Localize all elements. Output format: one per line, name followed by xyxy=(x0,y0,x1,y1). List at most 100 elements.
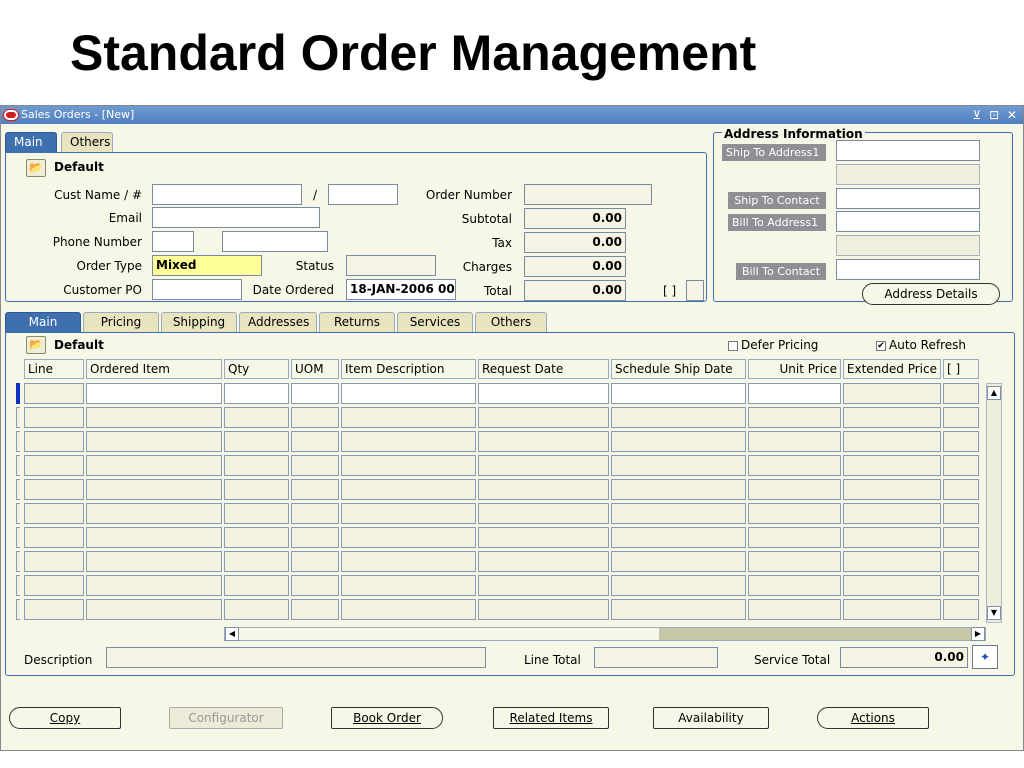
table-cell[interactable] xyxy=(291,407,339,428)
table-cell[interactable] xyxy=(478,527,609,548)
tab-line-shipping[interactable]: Shipping xyxy=(161,312,237,332)
bill-to-address-input[interactable] xyxy=(836,211,980,232)
table-cell[interactable] xyxy=(341,479,476,500)
availability-button[interactable]: Availability xyxy=(653,707,769,729)
defer-pricing-checkbox[interactable]: Defer Pricing xyxy=(728,338,818,352)
column-header[interactable]: Item Description xyxy=(341,359,476,379)
folder-icon[interactable]: 📂 xyxy=(26,159,46,177)
row-marker[interactable] xyxy=(16,599,20,620)
table-cell[interactable] xyxy=(291,383,339,404)
row-marker[interactable] xyxy=(16,527,20,548)
table-cell[interactable] xyxy=(611,383,746,404)
table-cell[interactable] xyxy=(748,383,841,404)
table-cell[interactable] xyxy=(341,599,476,620)
table-cell[interactable] xyxy=(843,599,941,620)
charges-field[interactable]: 0.00 xyxy=(524,256,626,277)
row-marker[interactable] xyxy=(16,431,20,452)
table-cell[interactable] xyxy=(748,527,841,548)
auto-refresh-checkbox[interactable]: ✔ Auto Refresh xyxy=(876,338,966,352)
table-cell[interactable] xyxy=(843,407,941,428)
scroll-left-icon[interactable]: ◀ xyxy=(225,627,239,641)
tab-header-others[interactable]: Others xyxy=(61,132,113,152)
column-header[interactable]: Unit Price xyxy=(748,359,841,379)
table-cell[interactable] xyxy=(943,431,979,452)
table-cell[interactable] xyxy=(291,503,339,524)
cust-name-input[interactable] xyxy=(152,184,302,205)
table-cell[interactable] xyxy=(86,551,222,572)
table-cell[interactable] xyxy=(943,599,979,620)
table-cell[interactable] xyxy=(24,599,84,620)
lines-vertical-scrollbar[interactable]: ▲ ▼ xyxy=(986,383,1002,623)
table-cell[interactable] xyxy=(843,479,941,500)
table-cell[interactable] xyxy=(86,599,222,620)
table-cell[interactable] xyxy=(291,527,339,548)
table-cell[interactable] xyxy=(86,431,222,452)
table-cell[interactable] xyxy=(748,599,841,620)
table-cell[interactable] xyxy=(224,383,289,404)
defer-pricing-check-icon[interactable] xyxy=(728,340,738,351)
related-items-button[interactable]: Related Items xyxy=(493,707,609,729)
table-cell[interactable] xyxy=(843,383,941,404)
row-marker[interactable] xyxy=(16,455,20,476)
table-cell[interactable] xyxy=(478,575,609,596)
scroll-right-icon[interactable]: ▶ xyxy=(971,627,985,641)
table-cell[interactable] xyxy=(291,551,339,572)
configure-icon[interactable]: ✦ xyxy=(972,645,998,669)
table-cell[interactable] xyxy=(943,503,979,524)
table-cell[interactable] xyxy=(24,527,84,548)
table-cell[interactable] xyxy=(611,455,746,476)
tab-line-main[interactable]: Main xyxy=(5,312,81,332)
tab-line-pricing[interactable]: Pricing xyxy=(83,312,159,332)
ship-to-address-input[interactable] xyxy=(836,140,980,161)
table-cell[interactable] xyxy=(224,455,289,476)
table-cell[interactable] xyxy=(943,527,979,548)
row-marker[interactable] xyxy=(16,479,20,500)
auto-refresh-check-icon[interactable]: ✔ xyxy=(876,340,886,351)
table-cell[interactable] xyxy=(341,383,476,404)
table-cell[interactable] xyxy=(86,527,222,548)
table-cell[interactable] xyxy=(748,551,841,572)
table-cell[interactable] xyxy=(341,431,476,452)
table-cell[interactable] xyxy=(943,575,979,596)
table-cell[interactable] xyxy=(24,575,84,596)
tab-line-returns[interactable]: Returns xyxy=(319,312,395,332)
table-cell[interactable] xyxy=(24,383,84,404)
scroll-thumb[interactable] xyxy=(239,628,659,640)
table-cell[interactable] xyxy=(843,551,941,572)
table-cell[interactable] xyxy=(24,407,84,428)
table-cell[interactable] xyxy=(478,503,609,524)
order-type-input[interactable]: Mixed xyxy=(152,255,262,276)
table-cell[interactable] xyxy=(291,599,339,620)
table-cell[interactable] xyxy=(341,551,476,572)
table-cell[interactable] xyxy=(478,431,609,452)
table-cell[interactable] xyxy=(611,527,746,548)
book-order-button[interactable]: Book Order xyxy=(331,707,443,729)
table-cell[interactable] xyxy=(611,575,746,596)
table-cell[interactable] xyxy=(341,455,476,476)
table-cell[interactable] xyxy=(943,479,979,500)
table-cell[interactable] xyxy=(611,407,746,428)
scroll-down-icon[interactable]: ▼ xyxy=(987,606,1001,620)
column-header[interactable]: UOM xyxy=(291,359,339,379)
email-input[interactable] xyxy=(152,207,320,228)
table-cell[interactable] xyxy=(748,431,841,452)
table-cell[interactable] xyxy=(224,551,289,572)
column-header[interactable]: Ordered Item xyxy=(86,359,222,379)
table-cell[interactable] xyxy=(224,575,289,596)
phone-number-input[interactable] xyxy=(222,231,328,252)
column-header[interactable]: Extended Price xyxy=(843,359,941,379)
table-cell[interactable] xyxy=(478,407,609,428)
table-cell[interactable] xyxy=(843,455,941,476)
configurator-button[interactable]: Configurator xyxy=(169,707,283,729)
ship-to-contact-input[interactable] xyxy=(836,188,980,209)
column-header[interactable]: Line xyxy=(24,359,84,379)
table-cell[interactable] xyxy=(843,575,941,596)
table-cell[interactable] xyxy=(748,407,841,428)
table-cell[interactable] xyxy=(843,503,941,524)
table-cell[interactable] xyxy=(24,503,84,524)
row-marker[interactable] xyxy=(16,503,20,524)
table-cell[interactable] xyxy=(748,503,841,524)
table-cell[interactable] xyxy=(843,431,941,452)
table-cell[interactable] xyxy=(478,551,609,572)
column-header[interactable]: [ ] xyxy=(943,359,979,379)
